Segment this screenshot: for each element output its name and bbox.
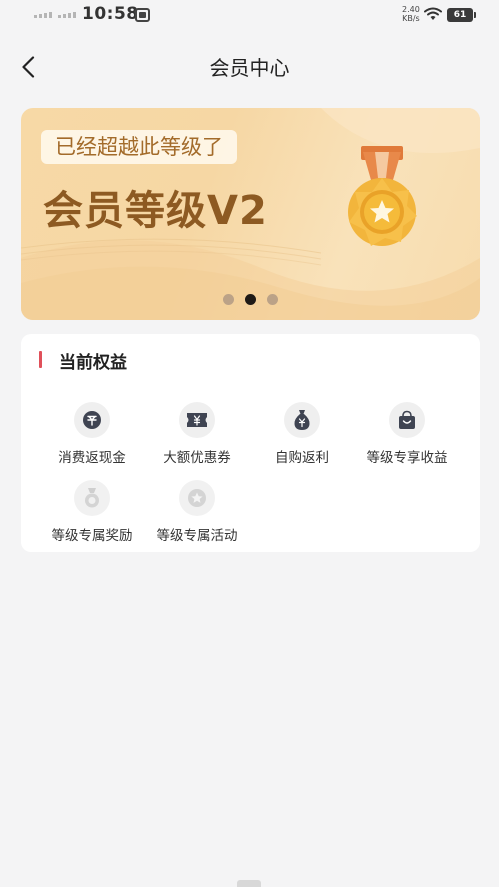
network-speed: 2.40 KB/s <box>402 5 420 23</box>
benefit-cashback[interactable]: 消费返现金 <box>37 402 147 468</box>
benefit-icon-wrap <box>179 402 215 438</box>
bottom-handle[interactable] <box>237 880 261 887</box>
medal-icon <box>348 146 417 246</box>
nav-bar: 会员中心 <box>0 40 499 92</box>
benefit-icon-wrap <box>179 480 215 516</box>
signal-icon <box>34 12 52 18</box>
benefit-level-exclusive-earnings[interactable]: 等级专享收益 <box>352 402 462 468</box>
benefit-icon-wrap <box>74 480 110 516</box>
cashback-icon <box>83 411 101 429</box>
banner-subtitle: 已经超越此等级了 <box>41 130 237 164</box>
benefit-label: 等级专享收益 <box>366 450 448 466</box>
benefit-level-exclusive-reward[interactable]: 等级专属奖励 <box>37 480 147 546</box>
star-icon <box>188 489 206 507</box>
benefit-level-exclusive-activity[interactable]: 等级专属活动 <box>142 480 252 546</box>
network-speed-value: 2.40 <box>402 5 420 14</box>
level-banner[interactable]: 已经超越此等级了 会员等级V2 <box>21 108 480 320</box>
benefit-icon-wrap <box>389 402 425 438</box>
signal-icon <box>58 12 76 18</box>
benefit-icon-wrap <box>284 402 320 438</box>
network-speed-unit: KB/s <box>402 14 420 23</box>
wifi-icon <box>424 7 442 20</box>
shopping-bag-icon <box>399 410 415 429</box>
benefit-icon-wrap <box>74 402 110 438</box>
pagination-dot[interactable] <box>267 294 278 305</box>
benefits-card: 当前权益 消费返现金 大额优惠券 自购返利 等级专享收益 等级专属奖励 等级专属… <box>21 334 480 552</box>
benefit-self-purchase-rebate[interactable]: 自购返利 <box>247 402 357 468</box>
page-title: 会员中心 <box>209 56 290 80</box>
battery-icon: 61 <box>447 8 476 22</box>
notification-app-icon <box>135 8 150 22</box>
medal-icon <box>85 488 99 508</box>
battery-level: 61 <box>453 10 467 20</box>
status-bar: 10:58 2.40 KB/s 61 <box>0 0 499 30</box>
coupon-icon <box>187 413 207 427</box>
pagination-dot-active[interactable] <box>245 294 256 305</box>
banner-pagination <box>21 294 480 305</box>
status-time: 10:58 <box>82 4 139 24</box>
pagination-dot[interactable] <box>223 294 234 305</box>
benefits-title: 当前权益 <box>59 353 127 373</box>
benefit-coupon[interactable]: 大额优惠券 <box>142 402 252 468</box>
section-accent-bar <box>39 351 42 368</box>
money-bag-icon <box>294 410 310 430</box>
benefit-label: 等级专属活动 <box>156 528 238 544</box>
banner-level-title: 会员等级V2 <box>43 188 268 234</box>
